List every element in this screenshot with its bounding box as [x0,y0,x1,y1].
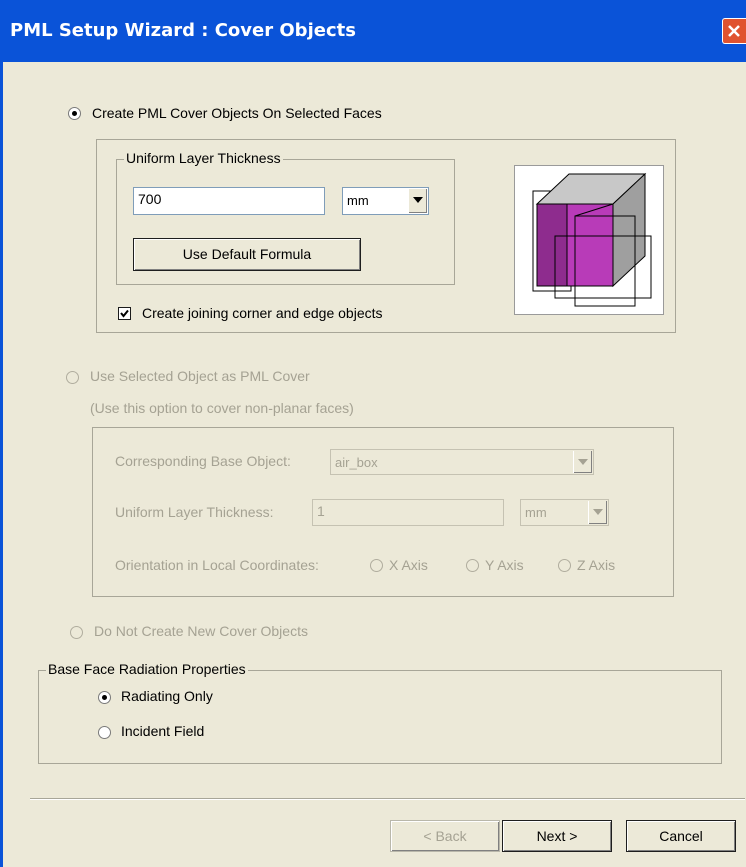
selected-thickness-unit-select[interactable]: mm [520,499,609,526]
radio-create-cover-objects[interactable] [68,107,81,120]
base-object-label: Corresponding Base Object: [115,453,291,469]
radio-x-axis[interactable] [370,559,383,572]
base-object-value: air_box [335,455,378,470]
radio-use-selected-object[interactable] [66,371,79,384]
next-button[interactable]: Next > [502,820,612,852]
radio-x-axis-label: X Axis [389,557,428,573]
selected-thickness-label: Uniform Layer Thickness: [115,504,274,520]
window-border-left [0,62,3,867]
cancel-button[interactable]: Cancel [626,820,736,852]
selected-thickness-input[interactable]: 1 [312,499,504,526]
close-icon [728,25,740,37]
chevron-down-icon[interactable] [588,501,607,524]
radio-y-axis[interactable] [466,559,479,572]
orientation-label: Orientation in Local Coordinates: [115,557,319,573]
cube-icon [532,172,652,307]
window-title: PML Setup Wizard : Cover Objects [10,20,356,41]
close-button[interactable] [722,18,746,44]
thickness-input[interactable]: 700 [133,187,325,215]
create-joining-objects-label: Create joining corner and edge objects [142,305,383,321]
radio-y-axis-label: Y Axis [485,557,524,573]
radio-radiating-only-label: Radiating Only [121,688,213,704]
selected-object-hint: (Use this option to cover non-planar fac… [90,400,354,416]
pml-cube-preview [514,165,664,315]
radio-use-selected-object-label: Use Selected Object as PML Cover [90,368,310,384]
uniform-thickness-group-label: Uniform Layer Thickness [124,150,283,166]
radiation-properties-group [38,670,722,764]
chevron-down-icon[interactable] [573,451,592,473]
radio-z-axis[interactable] [558,559,571,572]
checkmark-icon [120,309,129,318]
title-bar: PML Setup Wizard : Cover Objects [0,0,746,62]
radio-no-cover-objects-label: Do Not Create New Cover Objects [94,623,308,639]
radio-no-cover-objects[interactable] [70,626,83,639]
use-default-formula-button[interactable]: Use Default Formula [133,238,361,271]
radiation-properties-group-label: Base Face Radiation Properties [46,661,248,677]
thickness-unit-value: mm [347,193,369,208]
chevron-down-icon[interactable] [408,189,427,213]
back-button[interactable]: < Back [390,820,500,852]
footer-separator [30,798,745,800]
radio-z-axis-label: Z Axis [577,557,616,573]
radio-incident-field[interactable] [98,726,111,739]
radio-radiating-only[interactable] [98,691,111,704]
selected-thickness-unit-value: mm [525,505,547,520]
radio-incident-field-label: Incident Field [121,723,205,739]
base-object-select[interactable]: air_box [330,449,594,475]
create-joining-objects-checkbox[interactable] [118,307,131,320]
thickness-unit-select[interactable]: mm [342,187,429,215]
radio-create-cover-objects-label: Create PML Cover Objects On Selected Fac… [92,105,382,121]
